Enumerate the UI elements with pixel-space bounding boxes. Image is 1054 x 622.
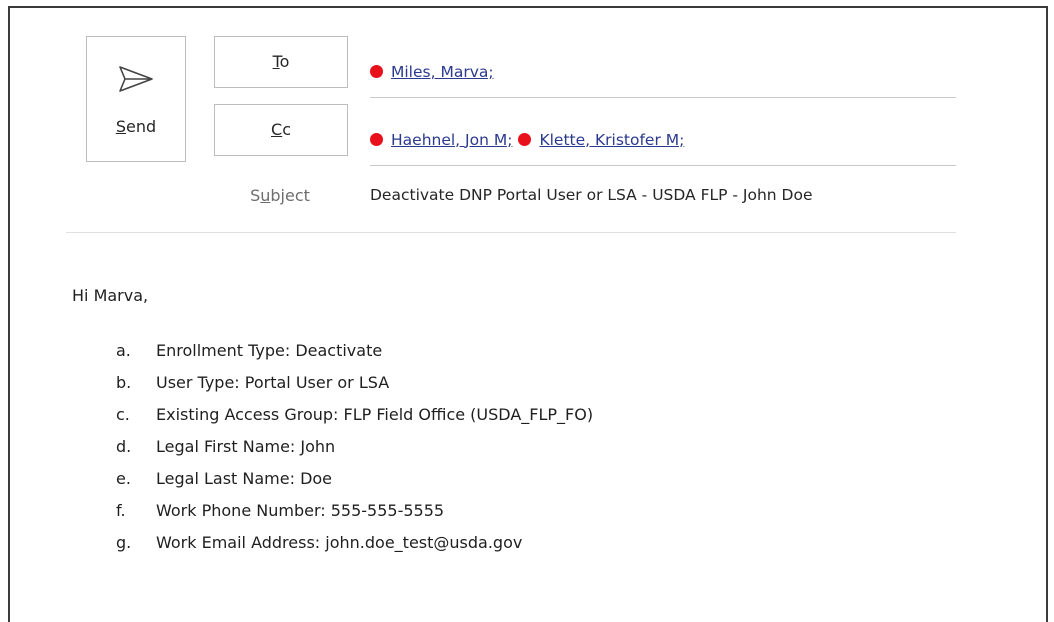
send-icon (119, 66, 153, 92)
presence-busy-icon (518, 133, 532, 146)
header-divider (66, 232, 956, 233)
message-body[interactable]: Hi Marva, a. Enrollment Type: Deactivate … (72, 286, 972, 559)
recipient-name: Haehnel, Jon M; (391, 130, 513, 149)
list-item: c. Existing Access Group: FLP Field Offic… (116, 405, 594, 424)
list-item: g. Work Email Address: john.doe_test@usda… (116, 533, 523, 552)
compose-window: Send To Miles, Marva; Cc Haehnel, Jon M;… (8, 6, 1048, 622)
recipient-name: Miles, Marva; (391, 62, 494, 81)
list-item: f. Work Phone Number: 555-555-5555 (116, 501, 445, 520)
to-button[interactable]: To (214, 36, 348, 88)
send-button[interactable]: Send (86, 36, 186, 162)
recipient-chip[interactable]: Haehnel, Jon M; (370, 131, 512, 149)
list-item: a. Enrollment Type: Deactivate (116, 341, 383, 360)
subject-label: Subject (250, 186, 310, 205)
list-item: e. Legal Last Name: Doe (116, 469, 333, 488)
presence-busy-icon (370, 133, 383, 146)
detail-list: a. Enrollment Type: Deactivate b. User Typ… (72, 335, 972, 559)
to-field[interactable]: Miles, Marva; (370, 46, 956, 98)
greeting: Hi Marva, (72, 286, 149, 305)
subject-input[interactable]: Deactivate DNP Portal User or LSA - USDA… (370, 186, 813, 204)
send-label: Send (115, 117, 157, 136)
recipient-chip[interactable]: Miles, Marva; (370, 63, 494, 81)
recipient-name: Klette, Kristofer M; (539, 130, 685, 149)
cc-button[interactable]: Cc (214, 104, 348, 156)
cc-field[interactable]: Haehnel, Jon M; Klette, Kristofer M; (370, 114, 956, 166)
presence-busy-icon (370, 65, 383, 78)
list-item: d. Legal First Name: John (116, 437, 336, 456)
recipient-chip[interactable]: Klette, Kristofer M; (518, 131, 684, 149)
list-item: b. User Type: Portal User or LSA (116, 373, 390, 392)
